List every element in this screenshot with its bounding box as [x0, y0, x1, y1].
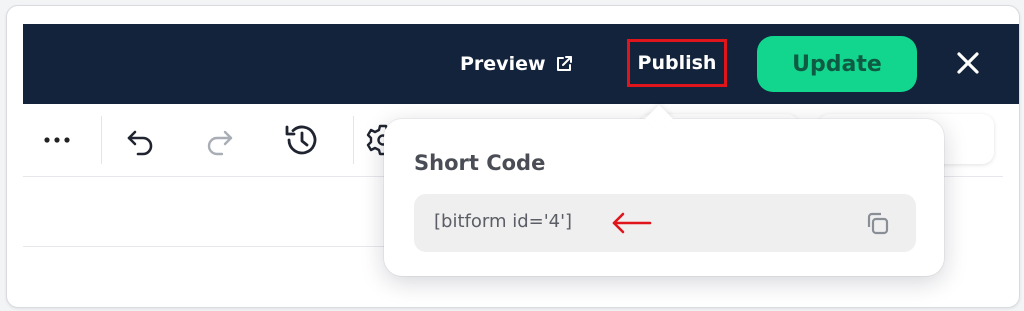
shortcode-popover: Short Code [bitform id='4'] — [384, 104, 944, 276]
copy-icon — [867, 212, 889, 235]
undo-button[interactable] — [121, 120, 161, 160]
preview-label: Preview — [460, 53, 546, 75]
external-link-icon — [556, 56, 572, 71]
history-icon — [285, 125, 317, 155]
top-bar: Preview Publish Update — [23, 24, 1019, 104]
left-arrow-icon — [612, 212, 652, 234]
copy-button[interactable] — [861, 207, 895, 241]
undo-icon — [127, 130, 153, 156]
shortcode-field[interactable]: [bitform id='4'] — [414, 194, 916, 252]
more-horizontal-icon — [44, 137, 70, 143]
redo-icon — [207, 130, 233, 156]
more-options-button[interactable] — [37, 120, 77, 160]
update-button[interactable]: Update — [757, 36, 917, 92]
history-button[interactable] — [281, 120, 321, 160]
redo-button[interactable] — [199, 120, 239, 160]
popover-title: Short Code — [414, 151, 546, 175]
publish-button[interactable]: Publish — [627, 39, 727, 87]
update-label: Update — [792, 51, 882, 77]
app-window: Preview Publish Update Short Code [bitfo… — [6, 5, 1020, 308]
toolbar-divider — [353, 116, 354, 164]
divider — [23, 246, 403, 247]
toolbar-divider — [101, 116, 102, 164]
close-button[interactable] — [949, 44, 987, 82]
publish-label: Publish — [637, 52, 717, 74]
shortcode-value: [bitform id='4'] — [434, 211, 573, 232]
close-icon — [957, 52, 979, 74]
preview-button[interactable]: Preview — [460, 50, 574, 78]
